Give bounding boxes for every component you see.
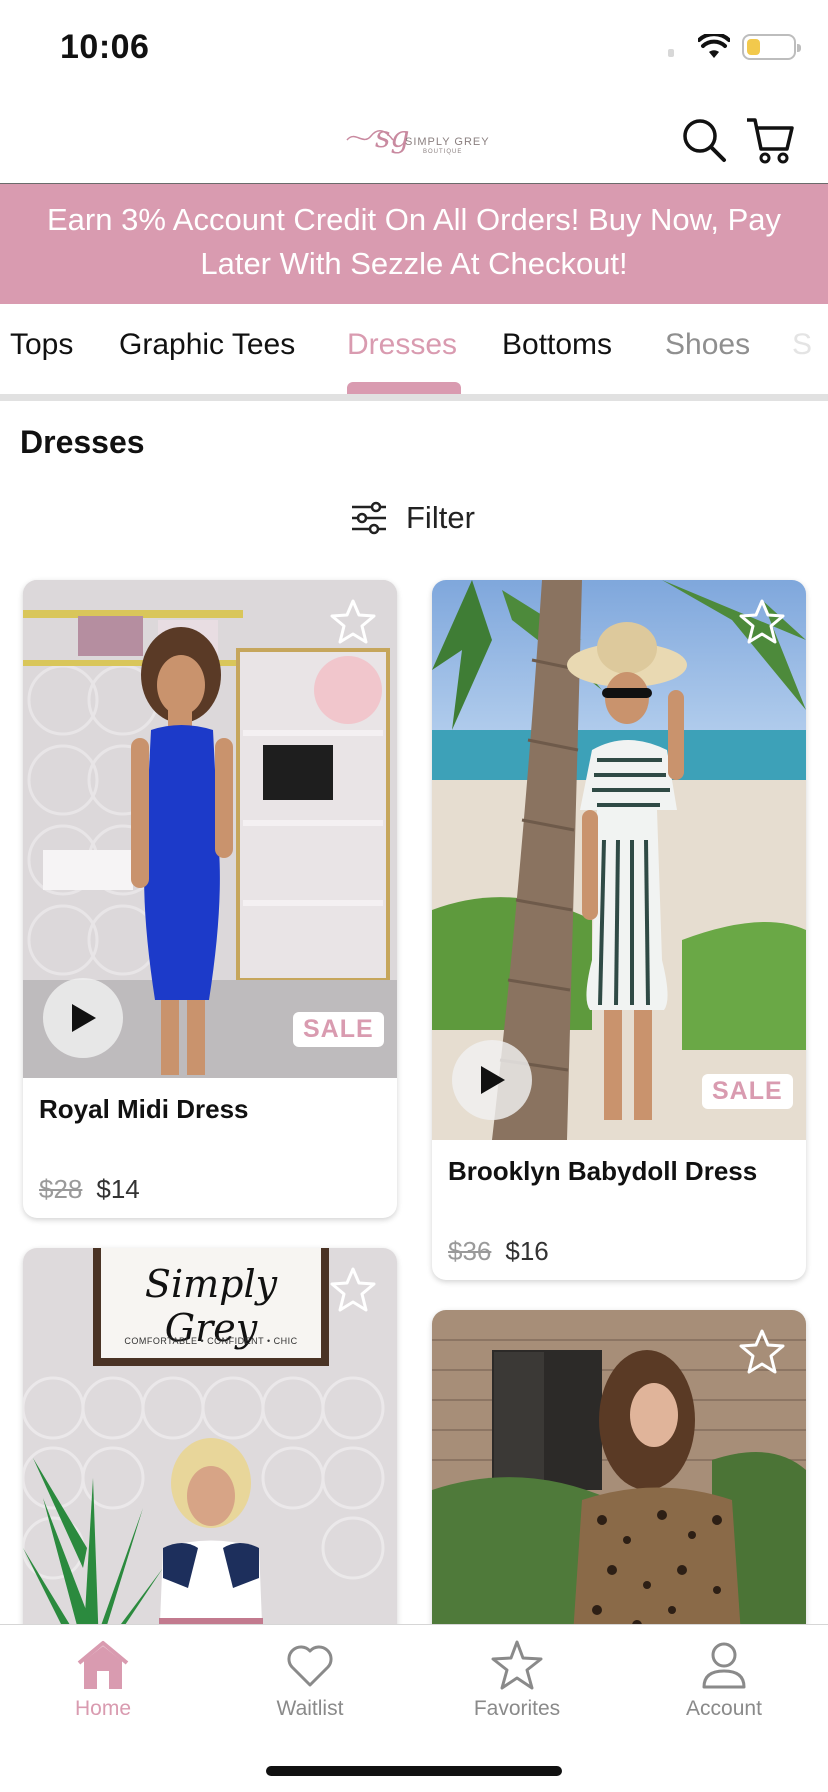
sale-badge: SALE <box>702 1074 793 1109</box>
logo-subtext: BOUTIQUE <box>423 149 463 155</box>
product-card[interactable] <box>432 1310 806 1650</box>
original-price: $36 <box>448 1236 492 1266</box>
sale-badge: SALE <box>293 1012 384 1047</box>
product-info: Brooklyn Babydoll Dress $36 $16 <box>432 1140 806 1280</box>
original-price: $28 <box>39 1174 83 1204</box>
cart-icon <box>747 118 794 164</box>
product-name: Royal Midi Dress <box>39 1094 249 1124</box>
play-icon <box>481 1066 505 1094</box>
product-image[interactable]: SALE <box>432 580 806 1140</box>
tab-tops[interactable]: Tops <box>10 328 73 362</box>
tabbar-home[interactable]: Home <box>23 1639 183 1721</box>
product-price: $36 $16 <box>448 1236 549 1267</box>
tab-bottoms[interactable]: Bottoms <box>502 328 612 362</box>
product-image[interactable] <box>432 1310 806 1650</box>
category-tabs: Tops Graphic Tees Dresses Bottoms Shoes … <box>0 304 828 396</box>
product-name: Brooklyn Babydoll Dress <box>448 1156 758 1186</box>
product-info: Royal Midi Dress $28 $14 <box>23 1078 397 1218</box>
status-icons <box>668 34 801 60</box>
status-bar: 10:06 <box>0 0 828 96</box>
tabbar-waitlist[interactable]: Waitlist <box>230 1639 390 1721</box>
filter-label: Filter <box>406 500 475 535</box>
star-icon <box>491 1640 543 1690</box>
wifi-icon <box>698 34 730 58</box>
tabbar-home-label: Home <box>74 1697 132 1720</box>
home-indicator <box>266 1766 562 1776</box>
search-icon <box>683 119 726 162</box>
play-icon <box>72 1004 96 1032</box>
tab-graphic-tees[interactable]: Graphic Tees <box>119 328 295 362</box>
tab-more[interactable]: S <box>792 328 812 362</box>
sale-price: $16 <box>505 1236 549 1266</box>
tabbar-account[interactable]: Account <box>644 1639 804 1721</box>
product-image[interactable]: SALE <box>23 580 397 1078</box>
battery-icon <box>742 34 801 60</box>
favorite-star-icon[interactable] <box>329 1266 377 1314</box>
product-card[interactable]: SALE Brooklyn Babydoll Dress $36 $16 <box>432 580 806 1280</box>
home-icon <box>77 1641 129 1689</box>
favorite-star-icon[interactable] <box>738 598 786 646</box>
play-video-button[interactable] <box>452 1040 532 1120</box>
brand-logo[interactable]: sg SIMPLY GREY BOUTIQUE <box>345 118 489 164</box>
tabbar-account-label: Account <box>686 1697 762 1720</box>
filter-button[interactable]: Filter <box>350 500 475 536</box>
photo-sign-subtext: COMFORTABLE • CONFIDENT • CHIC <box>124 1336 298 1346</box>
tabbar-favorites[interactable]: Favorites <box>437 1639 597 1721</box>
product-card[interactable]: SALE Royal Midi Dress $28 $14 <box>23 580 397 1218</box>
sale-price: $14 <box>96 1174 140 1204</box>
tab-shoes[interactable]: Shoes <box>665 328 750 362</box>
person-icon <box>702 1642 746 1689</box>
product-price: $28 $14 <box>39 1174 140 1205</box>
status-time: 10:06 <box>60 28 150 66</box>
search-button[interactable] <box>678 114 730 166</box>
favorite-star-icon[interactable] <box>329 598 377 646</box>
product-image[interactable]: Simply Grey COMFORTABLE • CONFIDENT • CH… <box>23 1248 397 1648</box>
signal-icon <box>668 49 674 57</box>
cart-button[interactable] <box>744 114 796 166</box>
tabbar-favorites-label: Favorites <box>473 1697 561 1720</box>
product-card[interactable]: Simply Grey COMFORTABLE • CONFIDENT • CH… <box>23 1248 397 1648</box>
tabs-divider <box>0 394 828 401</box>
app-header: sg SIMPLY GREY BOUTIQUE <box>0 96 828 184</box>
favorite-star-icon[interactable] <box>738 1328 786 1376</box>
tab-dresses[interactable]: Dresses <box>347 328 457 362</box>
filter-sliders-icon <box>352 501 386 535</box>
heart-icon <box>287 1645 333 1687</box>
play-video-button[interactable] <box>43 978 123 1058</box>
page-title: Dresses <box>20 424 145 460</box>
promo-banner[interactable]: Earn 3% Account Credit On All Orders! Bu… <box>0 184 828 304</box>
logo-text: SIMPLY GREY <box>405 136 490 148</box>
tabbar-waitlist-label: Waitlist <box>276 1697 344 1720</box>
